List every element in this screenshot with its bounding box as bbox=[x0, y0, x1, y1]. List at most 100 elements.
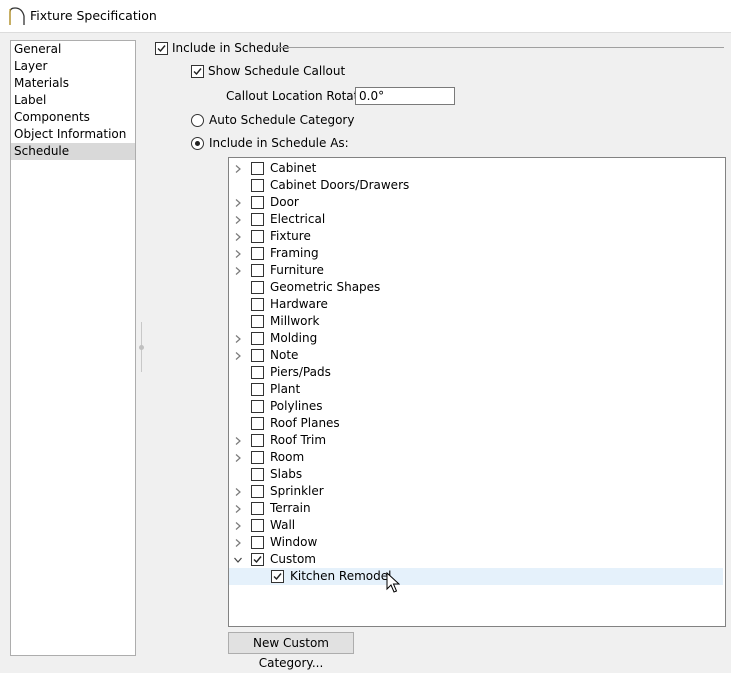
schedule-category-tree[interactable]: Cabinet Cabinet Doors/Drawers Door Electric… bbox=[228, 157, 726, 627]
tree-item-checkbox[interactable] bbox=[251, 451, 264, 464]
tree-item-checkbox[interactable] bbox=[251, 485, 264, 498]
tree-item-checkbox[interactable] bbox=[251, 400, 264, 413]
tree-item-cabinet-doors-drawers[interactable]: Cabinet Doors/Drawers bbox=[229, 177, 723, 194]
tree-item-plant[interactable]: Plant bbox=[229, 381, 723, 398]
sidebar-item-materials[interactable]: Materials bbox=[11, 75, 135, 92]
tree-item-label[interactable]: Hardware bbox=[270, 297, 328, 312]
tree-item-checkbox[interactable] bbox=[251, 298, 264, 311]
sidebar-item-components[interactable]: Components bbox=[11, 109, 135, 126]
tree-item-checkbox[interactable] bbox=[251, 162, 264, 175]
tree-item-furniture[interactable]: Furniture bbox=[229, 262, 723, 279]
tree-item-terrain[interactable]: Terrain bbox=[229, 500, 723, 517]
tree-item-sprinkler[interactable]: Sprinkler bbox=[229, 483, 723, 500]
tree-item-checkbox[interactable] bbox=[251, 196, 264, 209]
tree-item-label[interactable]: Cabinet Doors/Drawers bbox=[270, 178, 409, 193]
tree-item-label[interactable]: Window bbox=[270, 535, 317, 550]
chevron-right-icon[interactable] bbox=[233, 486, 243, 496]
tree-item-window[interactable]: Window bbox=[229, 534, 723, 551]
sidebar-item-schedule[interactable]: Schedule bbox=[11, 143, 135, 160]
tree-item-hardware[interactable]: Hardware bbox=[229, 296, 723, 313]
tree-item-label[interactable]: Sprinkler bbox=[270, 484, 324, 499]
chevron-right-icon[interactable] bbox=[233, 350, 243, 360]
include-in-schedule-label[interactable]: Include in Schedule bbox=[172, 41, 289, 55]
tree-item-label[interactable]: Framing bbox=[270, 246, 319, 261]
chevron-down-icon[interactable] bbox=[233, 554, 243, 564]
include-in-schedule-as-radio[interactable] bbox=[191, 137, 204, 150]
tree-item-label[interactable]: Door bbox=[270, 195, 299, 210]
tree-item-checkbox[interactable] bbox=[271, 570, 284, 583]
tree-item-checkbox[interactable] bbox=[251, 179, 264, 192]
sidebar-item-label[interactable]: Label bbox=[11, 92, 135, 109]
auto-schedule-category-radio[interactable] bbox=[191, 114, 204, 127]
tree-item-checkbox[interactable] bbox=[251, 213, 264, 226]
tree-item-label[interactable]: Molding bbox=[270, 331, 317, 346]
show-schedule-callout-label[interactable]: Show Schedule Callout bbox=[208, 64, 345, 78]
tree-item-checkbox[interactable] bbox=[251, 468, 264, 481]
tree-item-checkbox[interactable] bbox=[251, 519, 264, 532]
chevron-right-icon[interactable] bbox=[233, 248, 243, 258]
include-in-schedule-as-label[interactable]: Include in Schedule As: bbox=[209, 136, 349, 150]
tree-item-checkbox[interactable] bbox=[251, 349, 264, 362]
sidebar-item-layer[interactable]: Layer bbox=[11, 58, 135, 75]
new-custom-category-button[interactable]: New Custom Category... bbox=[228, 632, 354, 670]
include-in-schedule-checkbox[interactable] bbox=[155, 42, 168, 55]
tree-item-electrical[interactable]: Electrical bbox=[229, 211, 723, 228]
tree-item-label[interactable]: Roof Planes bbox=[270, 416, 340, 431]
tree-item-label[interactable]: Wall bbox=[270, 518, 295, 533]
tree-item-custom[interactable]: Custom bbox=[229, 551, 723, 568]
tree-item-checkbox[interactable] bbox=[251, 553, 264, 566]
tree-item-label[interactable]: Millwork bbox=[270, 314, 319, 329]
tree-item-checkbox[interactable] bbox=[251, 332, 264, 345]
tree-item-note[interactable]: Note bbox=[229, 347, 723, 364]
tree-item-label[interactable]: Kitchen Remodel bbox=[290, 569, 391, 584]
tree-item-slabs[interactable]: Slabs bbox=[229, 466, 723, 483]
tree-item-label[interactable]: Polylines bbox=[270, 399, 323, 414]
chevron-right-icon[interactable] bbox=[233, 520, 243, 530]
tree-item-room[interactable]: Room bbox=[229, 449, 723, 466]
chevron-right-icon[interactable] bbox=[233, 452, 243, 462]
tree-item-label[interactable]: Cabinet bbox=[270, 161, 316, 176]
tree-item-roof-trim[interactable]: Roof Trim bbox=[229, 432, 723, 449]
tree-item-door[interactable]: Door bbox=[229, 194, 723, 211]
tree-item-checkbox[interactable] bbox=[251, 247, 264, 260]
chevron-right-icon[interactable] bbox=[233, 231, 243, 241]
tree-item-label[interactable]: Fixture bbox=[270, 229, 311, 244]
tree-item-polylines[interactable]: Polylines bbox=[229, 398, 723, 415]
tree-item-label[interactable]: Electrical bbox=[270, 212, 325, 227]
tree-item-molding[interactable]: Molding bbox=[229, 330, 723, 347]
tree-item-label[interactable]: Piers/Pads bbox=[270, 365, 331, 380]
tree-item-checkbox[interactable] bbox=[251, 502, 264, 515]
tree-item-checkbox[interactable] bbox=[251, 434, 264, 447]
chevron-right-icon[interactable] bbox=[233, 435, 243, 445]
tree-item-label[interactable]: Plant bbox=[270, 382, 300, 397]
tree-item-roof-planes[interactable]: Roof Planes bbox=[229, 415, 723, 432]
tree-item-piers-pads[interactable]: Piers/Pads bbox=[229, 364, 723, 381]
tree-item-label[interactable]: Note bbox=[270, 348, 298, 363]
tree-item-label[interactable]: Roof Trim bbox=[270, 433, 326, 448]
tree-item-checkbox[interactable] bbox=[251, 315, 264, 328]
chevron-right-icon[interactable] bbox=[233, 163, 243, 173]
splitter-grip-icon[interactable] bbox=[139, 345, 144, 350]
tree-item-checkbox[interactable] bbox=[251, 366, 264, 379]
chevron-right-icon[interactable] bbox=[233, 265, 243, 275]
chevron-right-icon[interactable] bbox=[233, 537, 243, 547]
chevron-right-icon[interactable] bbox=[233, 214, 243, 224]
tree-item-checkbox[interactable] bbox=[251, 281, 264, 294]
chevron-right-icon[interactable] bbox=[233, 333, 243, 343]
tree-item-label[interactable]: Room bbox=[270, 450, 304, 465]
tree-item-geometric-shapes[interactable]: Geometric Shapes bbox=[229, 279, 723, 296]
tree-item-kitchen-remodel[interactable]: Kitchen Remodel bbox=[229, 568, 723, 585]
auto-schedule-category-label[interactable]: Auto Schedule Category bbox=[209, 113, 354, 127]
show-schedule-callout-checkbox[interactable] bbox=[191, 65, 204, 78]
tree-item-checkbox[interactable] bbox=[251, 230, 264, 243]
tree-item-checkbox[interactable] bbox=[251, 417, 264, 430]
tree-item-checkbox[interactable] bbox=[251, 264, 264, 277]
tree-item-label[interactable]: Slabs bbox=[270, 467, 302, 482]
tree-item-cabinet[interactable]: Cabinet bbox=[229, 160, 723, 177]
tree-item-millwork[interactable]: Millwork bbox=[229, 313, 723, 330]
tree-item-label[interactable]: Custom bbox=[270, 552, 316, 567]
tree-item-label[interactable]: Geometric Shapes bbox=[270, 280, 380, 295]
callout-rotation-input[interactable] bbox=[355, 87, 455, 105]
tree-item-fixture[interactable]: Fixture bbox=[229, 228, 723, 245]
tree-item-wall[interactable]: Wall bbox=[229, 517, 723, 534]
